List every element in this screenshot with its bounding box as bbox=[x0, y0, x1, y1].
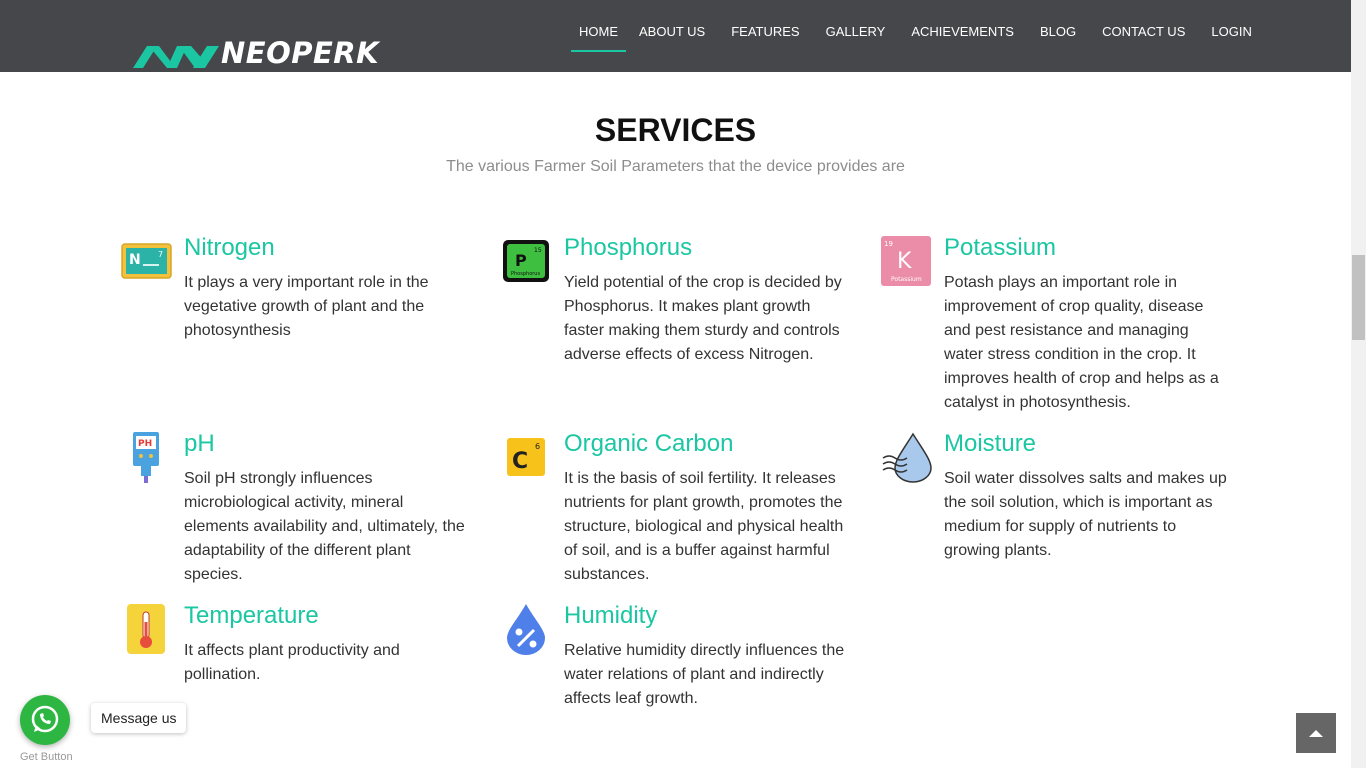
carbon-icon: C 6 bbox=[507, 438, 545, 476]
phosphorus-icon: P 15 Phosphorus bbox=[503, 240, 549, 282]
service-title: pH bbox=[184, 430, 215, 457]
ph-meter-icon: PH bbox=[133, 432, 159, 483]
service-desc: Potash plays an important role in improv… bbox=[944, 274, 1219, 411]
moisture-drop-icon bbox=[882, 432, 932, 483]
scrollbar-thumb[interactable] bbox=[1352, 255, 1365, 340]
logo-mark-icon bbox=[133, 46, 219, 68]
back-to-top-button[interactable] bbox=[1296, 713, 1336, 753]
service-desc: It affects plant productivity and pollin… bbox=[184, 642, 400, 683]
service-title: Temperature bbox=[184, 602, 319, 629]
neoperk-logo[interactable]: NEOPERK bbox=[133, 36, 379, 70]
nav-gallery[interactable]: GALLERY bbox=[813, 0, 899, 52]
svg-text:Potassium: Potassium bbox=[891, 276, 922, 283]
nav-about-us[interactable]: ABOUT US bbox=[626, 0, 718, 52]
service-desc: Soil water dissolves salts and makes up … bbox=[944, 470, 1227, 559]
service-title: Potassium bbox=[944, 234, 1057, 261]
whatsapp-message-bubble[interactable]: Message us bbox=[91, 703, 187, 733]
service-title: Phosphorus bbox=[564, 234, 693, 261]
svg-text:N: N bbox=[129, 252, 141, 268]
service-desc: It plays a very important role in the ve… bbox=[184, 274, 429, 339]
service-title: Humidity bbox=[564, 602, 658, 629]
chevron-up-icon bbox=[1309, 730, 1323, 737]
service-title: Nitrogen bbox=[184, 234, 275, 261]
whatsapp-icon bbox=[31, 705, 59, 733]
logo-text: NEOPERK bbox=[221, 36, 380, 70]
service-desc: It is the basis of soil fertility. It re… bbox=[564, 470, 844, 583]
nav-features[interactable]: FEATURES bbox=[718, 0, 812, 52]
svg-text:6: 6 bbox=[535, 442, 540, 451]
section-title: SERVICES bbox=[594, 112, 757, 148]
svg-text:P: P bbox=[515, 251, 527, 270]
page-scrollbar[interactable] bbox=[1351, 0, 1366, 768]
get-button-link[interactable]: Get Button bbox=[20, 751, 73, 763]
main-nav: HOME ABOUT US FEATURES GALLERY ACHIEVEME… bbox=[571, 0, 1265, 52]
section-subtitle: The various Farmer Soil Parameters that … bbox=[446, 158, 905, 175]
nav-contact-us[interactable]: CONTACT US bbox=[1089, 0, 1198, 52]
nav-blog[interactable]: BLOG bbox=[1027, 0, 1089, 52]
service-desc: Yield potential of the crop is decided b… bbox=[564, 274, 842, 363]
nav-home[interactable]: HOME bbox=[571, 0, 626, 52]
whatsapp-button[interactable] bbox=[20, 695, 70, 745]
service-title: Moisture bbox=[944, 430, 1037, 457]
svg-text:K: K bbox=[897, 249, 912, 274]
nitrogen-icon: N 7 bbox=[121, 243, 172, 279]
service-title: Organic Carbon bbox=[564, 430, 734, 457]
svg-text:7: 7 bbox=[158, 250, 163, 259]
svg-text:15: 15 bbox=[534, 247, 542, 254]
nav-achievements[interactable]: ACHIEVEMENTS bbox=[898, 0, 1027, 52]
svg-text:PH: PH bbox=[138, 439, 152, 449]
potassium-icon: K 19 Potassium bbox=[881, 236, 931, 286]
service-desc: Relative humidity directly influences th… bbox=[564, 642, 845, 707]
nav-login[interactable]: LOGIN bbox=[1198, 0, 1264, 52]
svg-text:C: C bbox=[512, 449, 528, 474]
svg-text:19: 19 bbox=[884, 240, 893, 248]
header: NEOPERK HOME ABOUT US FEATURES GALLERY A… bbox=[0, 0, 1351, 72]
thermometer-icon bbox=[127, 604, 165, 654]
humidity-icon bbox=[507, 604, 545, 655]
service-desc: Soil pH strongly influences microbiologi… bbox=[184, 470, 465, 583]
svg-text:Phosphorus: Phosphorus bbox=[511, 271, 540, 277]
